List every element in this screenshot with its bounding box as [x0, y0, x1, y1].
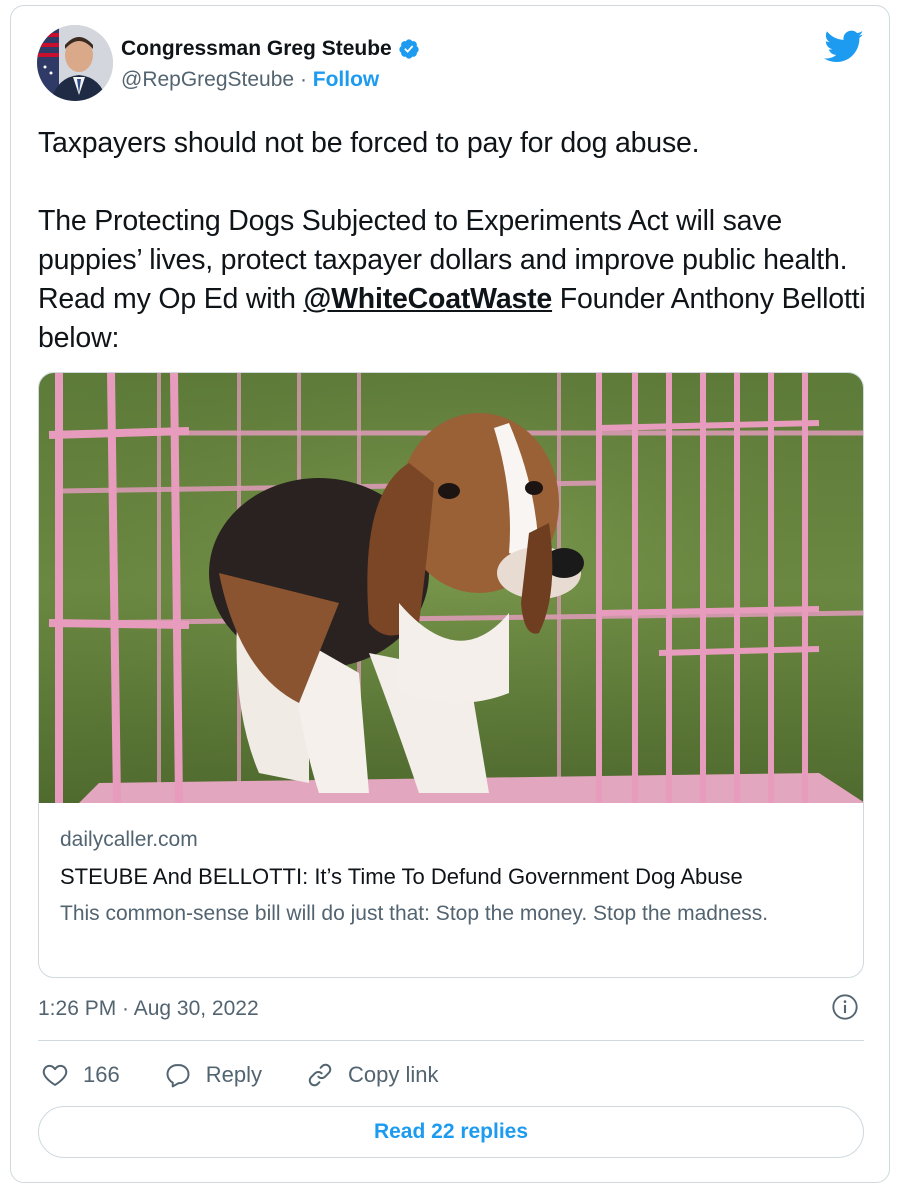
link-icon — [308, 1063, 332, 1087]
mention-link[interactable]: @WhiteCoatWaste — [303, 283, 552, 315]
like-count: 166 — [83, 1062, 120, 1087]
handle-separator: · — [299, 68, 307, 91]
tweet-line-1: Taxpayers should not be forced to pay fo… — [38, 127, 700, 159]
author-name[interactable]: Congressman Greg Steube — [121, 37, 420, 61]
like-button[interactable]: 166 — [41, 1061, 120, 1089]
link-title: STEUBE And BELLOTTI: It’s Time To Defund… — [60, 864, 743, 889]
article-image — [39, 373, 863, 803]
author-handle-line: @RepGregSteube · Follow — [121, 68, 379, 92]
copy-link-button[interactable]: Copy link — [306, 1061, 438, 1089]
reply-label: Reply — [205, 1062, 262, 1087]
tweet-embed-card: Congressman Greg Steube @RepGregSteube ·… — [10, 5, 890, 1183]
heart-icon — [42, 1064, 68, 1086]
tweet-text: Taxpayers should not be forced to pay fo… — [38, 124, 878, 358]
info-icon[interactable] — [831, 993, 859, 1021]
reply-button[interactable]: Reply — [164, 1061, 262, 1089]
verified-badge-icon — [399, 39, 419, 59]
tweet-timestamp[interactable]: 1:26 PM · Aug 30, 2022 — [38, 997, 259, 1021]
link-description: This common-sense bill will do just that… — [60, 902, 769, 925]
tweet-actions: 166 Reply Copy link — [41, 1060, 482, 1090]
twitter-bird-icon[interactable] — [824, 30, 864, 64]
link-domain: dailycaller.com — [60, 828, 198, 851]
author-handle[interactable]: @RepGregSteube — [121, 68, 294, 91]
follow-button[interactable]: Follow — [313, 68, 380, 91]
reply-bubble-icon — [166, 1064, 190, 1088]
tweet-paragraph-2: The Protecting Dogs Subjected to Experim… — [38, 202, 878, 358]
author-avatar[interactable] — [37, 25, 113, 101]
author-name-text: Congressman Greg Steube — [121, 37, 392, 60]
link-preview-card[interactable]: dailycaller.com STEUBE And BELLOTTI: It’… — [38, 372, 864, 978]
divider — [38, 1040, 864, 1041]
read-replies-button[interactable]: Read 22 replies — [38, 1106, 864, 1158]
copy-link-label: Copy link — [347, 1062, 439, 1087]
